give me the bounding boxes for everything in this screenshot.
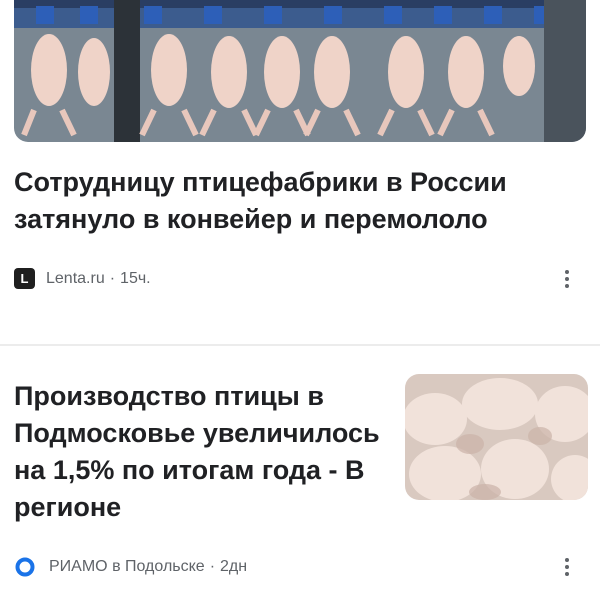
article-image-poultry-conveyor[interactable]: [14, 0, 586, 142]
meta-separator: ·: [209, 558, 216, 575]
riamo-logo-icon: [15, 557, 35, 577]
article-headline[interactable]: Производство птицы в Подмосковье увеличи…: [14, 378, 384, 526]
card-divider: [0, 344, 600, 346]
more-vert-icon[interactable]: [555, 553, 579, 581]
meta-separator: ·: [109, 269, 116, 287]
lenta-logo-icon: L: [14, 268, 35, 289]
article-headline[interactable]: Сотрудницу птицефабрики в России затянул…: [14, 164, 574, 238]
publish-time: 2дн: [220, 558, 248, 575]
publish-time: 15ч.: [120, 269, 151, 287]
more-vert-icon[interactable]: [555, 265, 579, 293]
article-image-raw-chicken[interactable]: [405, 374, 588, 500]
article-source-row: L Lenta.ru · 15ч.: [14, 268, 151, 289]
source-name[interactable]: РИАМО в Подольске: [49, 558, 205, 576]
article-source-row: РИАМО в Подольске · 2дн: [14, 556, 247, 578]
source-name[interactable]: Lenta.ru: [46, 270, 105, 288]
